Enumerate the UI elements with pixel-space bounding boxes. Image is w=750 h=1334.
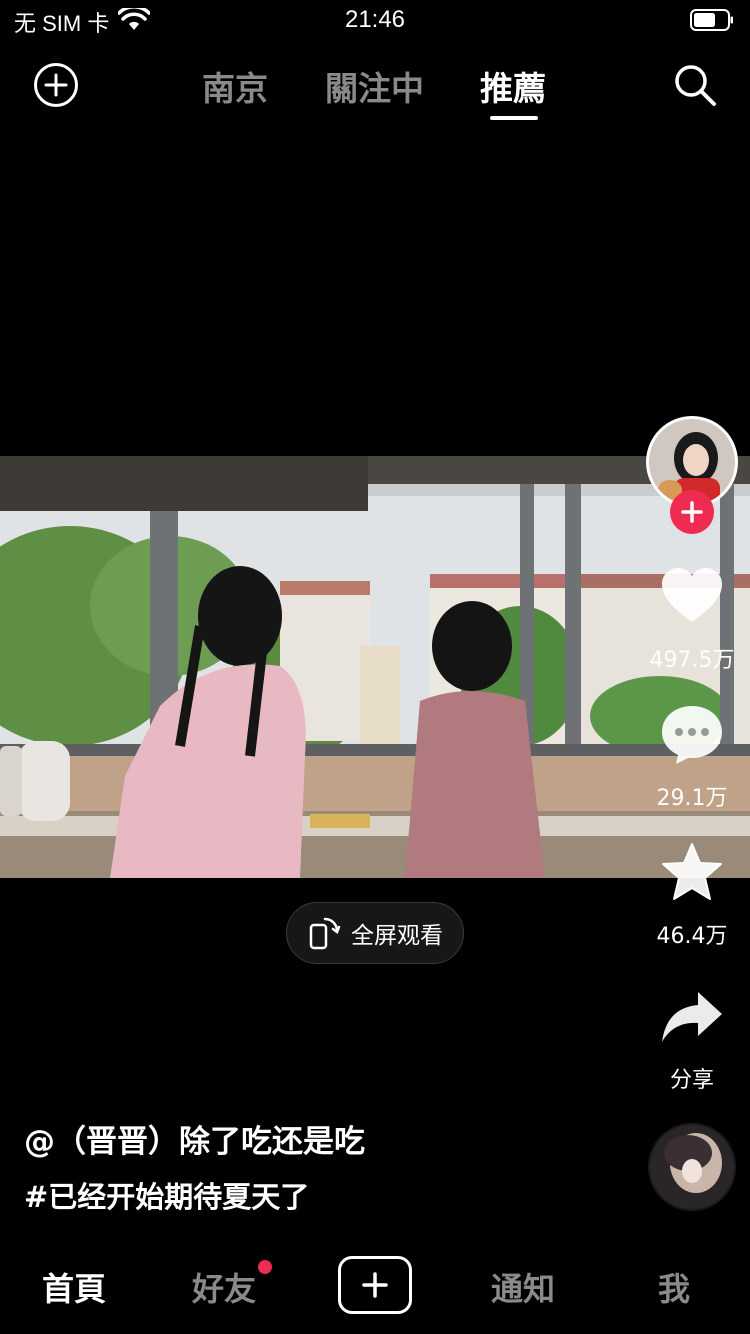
- follow-button[interactable]: [670, 490, 714, 534]
- battery-icon: [690, 9, 733, 31]
- rotate-screen-icon: [309, 917, 341, 950]
- nav-home[interactable]: 首頁: [42, 1264, 106, 1310]
- favorite-count: 46.4万: [656, 924, 728, 949]
- nav-me[interactable]: 我: [658, 1264, 690, 1310]
- friends-badge-dot: [258, 1260, 272, 1274]
- tab-following[interactable]: 關注中: [325, 62, 424, 110]
- add-circle-icon[interactable]: [33, 62, 79, 108]
- tab-recommended[interactable]: 推薦: [480, 62, 546, 110]
- share-label: 分享: [669, 1068, 714, 1093]
- heart-icon[interactable]: [660, 566, 724, 626]
- status-time: 21:46: [344, 6, 406, 33]
- create-button[interactable]: [338, 1256, 412, 1314]
- fullscreen-button[interactable]: 全屏观看: [286, 902, 464, 964]
- like-count: 497.5万: [649, 648, 735, 673]
- tab-nanjing[interactable]: 南京: [202, 62, 268, 110]
- comment-icon[interactable]: [660, 704, 724, 766]
- share-icon[interactable]: [660, 990, 724, 1044]
- music-disc[interactable]: [648, 1123, 736, 1211]
- star-icon[interactable]: [660, 842, 724, 902]
- nav-friends[interactable]: 好友: [192, 1264, 256, 1310]
- fullscreen-label: 全屏观看: [351, 923, 443, 949]
- status-bar: 无 SIM 卡 21:46: [0, 0, 750, 44]
- plus-icon: [681, 501, 703, 523]
- music-cover-image: [648, 1123, 736, 1211]
- plus-square-icon: [362, 1272, 388, 1298]
- author-name[interactable]: @（晋晋）除了吃还是吃: [24, 1116, 365, 1161]
- video-description[interactable]: #已经开始期待夏天了: [24, 1174, 309, 1216]
- comment-count: 29.1万: [656, 786, 728, 811]
- active-tab-indicator: [490, 116, 538, 120]
- nav-notifications[interactable]: 通知: [491, 1264, 555, 1310]
- search-icon[interactable]: [672, 62, 718, 108]
